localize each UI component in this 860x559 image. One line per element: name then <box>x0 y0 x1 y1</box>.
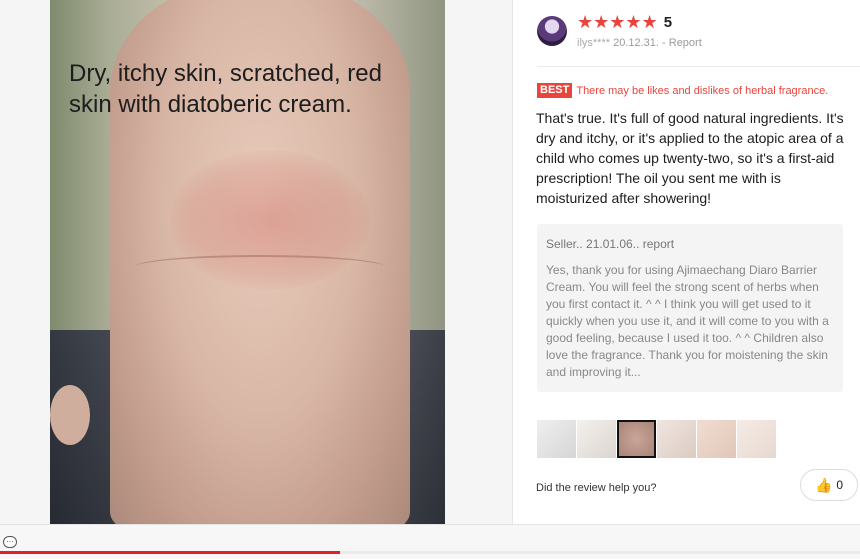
page-root: Dry, itchy skin, scratched, red skin wit… <box>0 0 860 559</box>
thumbnail[interactable] <box>657 420 696 458</box>
thumbnail[interactable] <box>697 420 736 458</box>
review-title: There may be likes and dislikes of herba… <box>576 84 829 97</box>
like-count: 0 <box>836 478 844 492</box>
photo-caption: Dry, itchy skin, scratched, red skin wit… <box>69 60 382 118</box>
report-link[interactable]: Report <box>669 37 702 49</box>
review-date: 20.12.31. <box>613 37 659 49</box>
rating-stars-icon: ★★★★★ <box>577 12 658 32</box>
seller-reply: Seller.. 21.01.06.. report Yes, thank yo… <box>537 224 843 392</box>
review-meta: ilys**** 20.12.31. - Report <box>577 37 702 49</box>
progress-track <box>0 551 860 554</box>
photo-knee-fold <box>135 255 385 279</box>
rating-number: 5 <box>663 13 673 31</box>
review-photo: Dry, itchy skin, scratched, red skin wit… <box>50 0 445 524</box>
like-button[interactable]: 👍 0 <box>800 469 858 501</box>
progress-fill <box>0 551 340 554</box>
divider <box>537 66 860 67</box>
meta-separator: - <box>662 37 666 49</box>
star-rating: ★★★★★ 5 <box>577 12 672 32</box>
review-body: That's true. It's full of good natural i… <box>536 110 844 206</box>
seller-reply-header: Seller.. 21.01.06.. report <box>546 237 675 251</box>
thumbs-up-icon: 👍 <box>814 477 833 493</box>
avatar[interactable] <box>537 16 567 46</box>
thumbnail[interactable] <box>537 420 576 458</box>
review-panel: ★★★★★ 5 ilys**** 20.12.31. - Report BEST… <box>512 0 860 524</box>
best-badge: BEST <box>537 83 573 98</box>
bottom-bar: ⋯ <box>0 524 860 559</box>
photo-thumbnails <box>537 420 776 458</box>
photo-toe <box>50 385 90 445</box>
chat-bubble-icon[interactable]: ⋯ <box>3 536 17 548</box>
best-row: BEST There may be likes and dislikes of … <box>537 83 828 98</box>
reviewer-name: ilys**** <box>577 37 611 49</box>
helpful-question: Did the review help you? <box>536 482 657 494</box>
thumbnail-selected[interactable] <box>617 420 656 458</box>
thumbnail[interactable] <box>737 420 776 458</box>
seller-reply-body: Yes, thank you for using Ajimaechang Dia… <box>546 263 829 379</box>
thumbnail[interactable] <box>577 420 616 458</box>
